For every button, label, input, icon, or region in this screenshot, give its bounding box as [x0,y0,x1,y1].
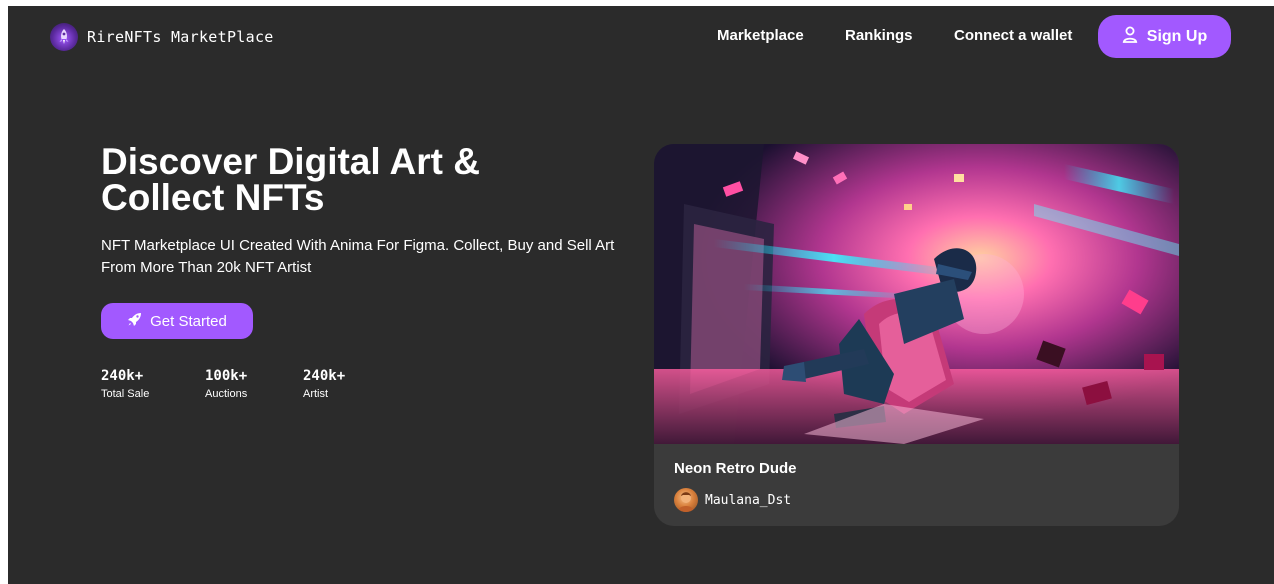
stat-auctions: 100k+ Auctions [205,368,303,400]
get-started-label: Get Started [150,312,227,330]
hero-subtitle-line-2: From More Than 20k NFT Artist [101,259,312,276]
nav-link-rankings[interactable]: Rankings [845,27,913,44]
sign-up-label: Sign Up [1146,27,1208,45]
hero-subtitle: NFT Marketplace UI Created With Anima Fo… [101,235,641,279]
get-started-button[interactable]: Get Started [101,303,253,339]
stat-total-sale: 240k+ Total Sale [101,368,205,400]
page: RireNFTs MarketPlace Marketplace Ranking… [8,6,1274,584]
nav-link-connect-wallet[interactable]: Connect a wallet [954,27,1072,44]
hero-title-line-2: Collect NFTs [101,177,325,218]
artist-name: Maulana_Dst [705,492,792,508]
stat-label: Auctions [205,388,248,400]
user-icon [1122,26,1138,48]
stat-value: 100k+ [205,368,248,384]
rocket-icon [127,312,142,331]
avatar [674,488,698,512]
top-nav: RireNFTs MarketPlace Marketplace Ranking… [8,6,1274,68]
featured-nft-card[interactable]: Neon Retro Dude Maulana_Dst [654,144,1179,526]
stat-value: 240k+ [101,368,144,384]
stats-row: 240k+ Total Sale 100k+ Auctions 240k+ Ar… [101,368,383,400]
sign-up-button[interactable]: Sign Up [1098,15,1231,58]
nav-link-marketplace[interactable]: Marketplace [717,27,804,44]
hero-title-line-1: Discover Digital Art & [101,141,480,182]
nft-title[interactable]: Neon Retro Dude [674,460,797,477]
hero-title: Discover Digital Art & Collect NFTs [101,141,621,218]
nav-links: Marketplace Rankings Connect a wallet [8,6,1274,68]
featured-artwork[interactable] [654,144,1179,444]
hero-subtitle-line-1: NFT Marketplace UI Created With Anima Fo… [101,237,615,254]
stat-artist: 240k+ Artist [303,368,383,400]
artist-info[interactable]: Maulana_Dst [674,488,791,512]
stat-label: Artist [303,388,329,400]
stat-label: Total Sale [101,388,150,400]
stat-value: 240k+ [303,368,346,384]
